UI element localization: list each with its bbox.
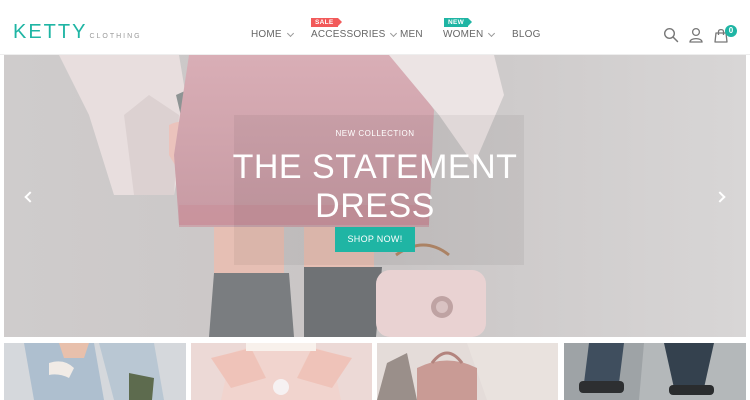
chevron-right-icon[interactable] [714, 191, 728, 203]
hero-title-line1: THE STATEMENT [232, 148, 518, 186]
ripped-jeans-image[interactable] [4, 343, 186, 400]
shop-now-button[interactable]: SHOP NOW! [335, 227, 415, 252]
nav-item-label: ACCESSORIES [311, 29, 386, 40]
sale-badge: SALE [311, 18, 342, 27]
nav-item-home[interactable]: HOME [251, 29, 294, 40]
chevron-down-icon [488, 29, 496, 37]
nav-item-label: WOMEN [443, 29, 484, 40]
new-badge: NEW [444, 18, 473, 27]
user-icon[interactable] [688, 27, 704, 43]
nav-item-label: BLOG [512, 29, 541, 40]
nav-item-women[interactable]: WOMEN [443, 29, 496, 40]
cart-count-badge: 0 [725, 25, 737, 37]
nav-item-label: HOME [251, 29, 282, 40]
nav-item-blog[interactable]: BLOG [512, 29, 541, 40]
denim-sneakers-image[interactable] [564, 343, 746, 400]
logo[interactable]: KETTY CLOTHING [13, 22, 142, 42]
hero-label: NEW COLLECTION [335, 129, 415, 138]
chevron-down-icon [390, 29, 398, 37]
pink-backpack-image[interactable] [377, 343, 558, 400]
search-icon[interactable] [663, 27, 679, 43]
chevron-down-icon [286, 29, 294, 37]
chevron-left-icon[interactable] [22, 191, 36, 203]
nav-item-accessories[interactable]: ACCESSORIES [311, 29, 398, 40]
hero-title-line2: DRESS [315, 187, 435, 225]
site-header: KETTY CLOTHING HOME ACCESSORIES MEN WOME… [0, 0, 750, 55]
nav-item-label: MEN [400, 29, 423, 40]
logo-tagline: CLOTHING [89, 33, 142, 40]
logo-name: KETTY [13, 21, 88, 43]
hero-slider: NEW COLLECTION THE STATEMENT DRESS SHOP … [4, 55, 746, 337]
bubblegum-woman-image[interactable] [191, 343, 372, 400]
nav-item-men[interactable]: MEN [400, 29, 423, 40]
